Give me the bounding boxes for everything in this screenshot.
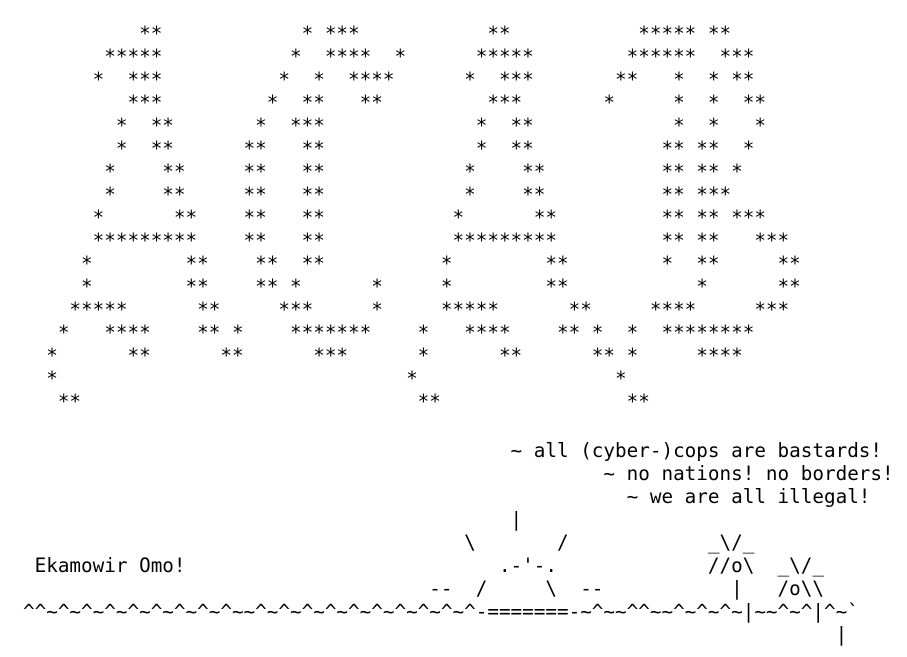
slogan-line-2: ~ no nations! no borders!	[23, 462, 894, 485]
sea-row: ^^~^~^~^~^~^~^~^~^~~^~^~^~^~^~^~^~^~^~^-…	[23, 600, 859, 623]
acab-art-row-11: * ** ** ** * ** * ** **	[23, 252, 801, 275]
acab-art-row-10: ********* ** ** ********* ** ** ***	[23, 229, 790, 252]
acab-art-row-14: * **** ** * ******* * **** ** * * ******…	[23, 321, 755, 344]
trunk-row: |	[23, 623, 848, 646]
acab-art-row-8: * ** ** ** * ** ** ***	[23, 183, 732, 206]
acab-art-row-13: ***** ** *** * ***** ** **** ***	[23, 298, 790, 321]
acab-art-row-5: * ** * *** * ** * * *	[23, 114, 766, 137]
sun-ray-row: |	[23, 508, 523, 531]
horizon-row: -- / \ -- | /o\\	[23, 577, 824, 600]
acab-art-row-15: * ** ** *** * ** ** * ****	[23, 344, 743, 367]
acab-art-row-1: ** * *** ** ***** **	[23, 22, 732, 45]
acab-art-row-7: * ** ** ** * ** ** ** *	[23, 160, 743, 183]
acab-art-row-17: ** ** **	[23, 390, 650, 413]
acab-art-row-6: * ** ** ** * ** ** ** *	[23, 137, 755, 160]
acab-art-row-2: ***** * **** * ***** ****** ***	[23, 45, 755, 68]
acab-art-row-9: * ** ** ** * ** ** ** ***	[23, 206, 766, 229]
sun-palm-row: \ / _\/_	[23, 531, 755, 554]
acab-art-row-12: * ** ** * * * ** * **	[23, 275, 801, 298]
slogan-line-3: ~ we are all illegal!	[23, 485, 871, 508]
slogan-line-1: ~ all (cyber-)cops are bastards!	[23, 439, 883, 462]
ascii-art-canvas: ** * *** ** ***** ** ***** * **** * ****…	[0, 0, 907, 657]
acab-art-row-4: *** * ** ** *** * * * **	[23, 91, 766, 114]
acab-art-row-3: * *** * * **** * *** ** * * **	[23, 68, 755, 91]
acab-art-row-16: * * *	[23, 367, 627, 390]
greeting-row: Ekamowir Omo! .-'-. //o\ _\/_	[23, 554, 824, 577]
